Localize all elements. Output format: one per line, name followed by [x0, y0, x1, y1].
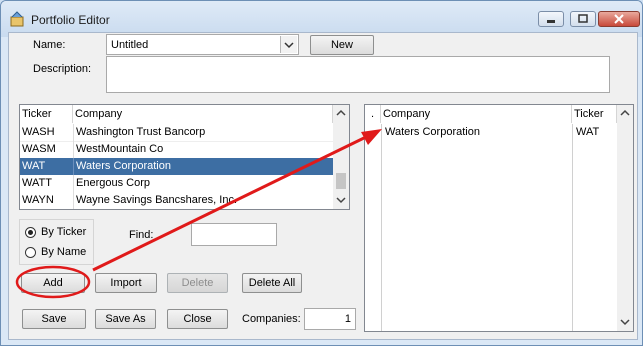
arrow-head-icon — [361, 129, 382, 145]
annotation-arrow-line — [92, 135, 367, 272]
portfolio-editor-window: Portfolio Editor Name: Untitled New Desc… — [0, 0, 643, 346]
annotation-overlay — [15, 129, 382, 299]
highlight-ellipse — [15, 265, 91, 299]
